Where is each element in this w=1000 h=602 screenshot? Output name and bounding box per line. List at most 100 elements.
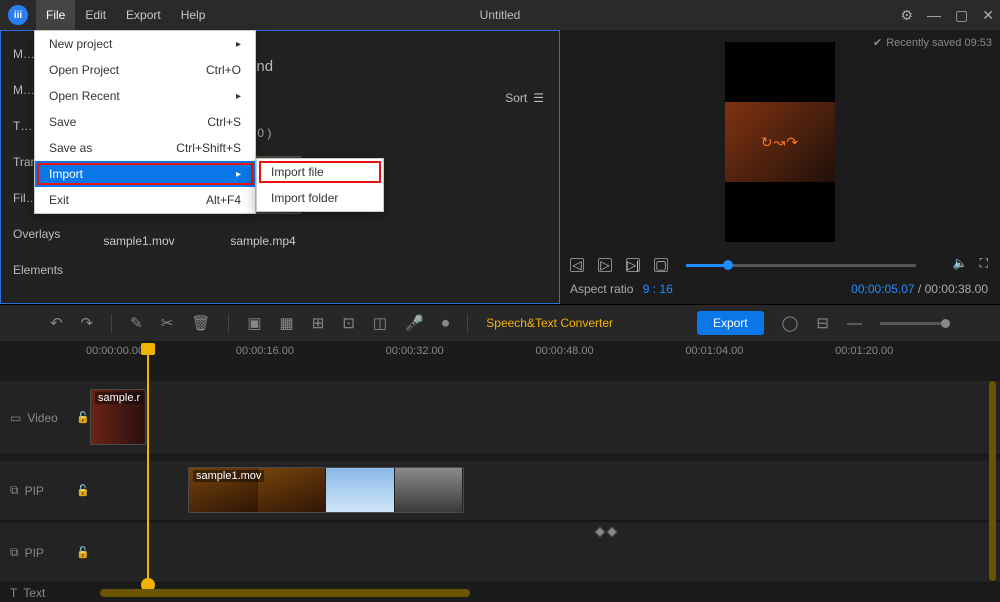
speech-text-converter[interactable]: Speech&Text Converter (486, 316, 613, 330)
text-track-label: Text (23, 586, 45, 600)
settings-icon[interactable]: ⚙ (900, 7, 913, 24)
menu-edit[interactable]: Edit (75, 0, 116, 30)
document-title: Untitled (480, 8, 521, 22)
undo-icon[interactable]: ↶ (50, 314, 63, 332)
snap-icon[interactable]: ⊡ (342, 314, 355, 332)
menu-open-recent-label: Open Recent (49, 89, 120, 103)
time-ruler[interactable]: 00:00:00.00 00:00:16.00 00:00:32.00 00:0… (86, 345, 985, 369)
next-icon[interactable]: ▷| (626, 258, 640, 272)
menu-save-as[interactable]: Save asCtrl+Shift+S (35, 135, 255, 161)
link-icon[interactable]: ⊟ (816, 314, 829, 332)
ruler-5: 00:01:20.00 (835, 345, 985, 369)
lock-icon[interactable]: 🔓 (76, 411, 90, 424)
mosaic-icon[interactable]: ▦ (280, 314, 294, 332)
clip-video[interactable]: sample.r (90, 389, 146, 445)
menu-open-recent[interactable]: Open Recent ▸ (35, 83, 255, 109)
mic-icon[interactable]: 🎤 (405, 314, 424, 332)
menu-save-as-label: Save as (49, 141, 92, 155)
lock-icon-2[interactable]: 🔓 (76, 484, 90, 497)
check-icon: ✔ (873, 36, 882, 49)
menu-new-project-label: New project (49, 37, 112, 51)
menu-export[interactable]: Export (116, 0, 171, 30)
chevron-right-icon: ▸ (236, 91, 241, 102)
playhead-line (147, 355, 149, 585)
ruler-2: 00:00:32.00 (386, 345, 536, 369)
menu-open-project-shortcut: Ctrl+O (206, 63, 241, 77)
pip-track-label: PIP (25, 484, 44, 498)
seek-slider[interactable] (686, 264, 916, 267)
pip-track-icon: ⧉ (10, 483, 19, 498)
record-icon[interactable]: ⏺ (442, 315, 450, 332)
ruler-3: 00:00:48.00 (535, 345, 685, 369)
pip2-track-label: PIP (25, 546, 44, 560)
menu-import-folder[interactable]: Import folder (257, 185, 383, 211)
crop-icon[interactable]: ▣ (247, 314, 261, 332)
sort-button[interactable]: Sort ☰ (505, 91, 544, 105)
delete-icon[interactable]: 🗑 (191, 314, 210, 332)
menu-import-file-label: Import file (271, 165, 324, 179)
track-pip[interactable]: ⧉ PIP 🔓 (0, 461, 1000, 521)
time-current: 00:00:05.07 (851, 282, 914, 296)
seek-handle[interactable] (723, 260, 733, 270)
zoom-slider[interactable] (880, 322, 950, 325)
menu-exit-label: Exit (49, 193, 69, 207)
redo-icon[interactable]: ↷ (81, 314, 94, 332)
menu-import[interactable]: Import▸ (35, 161, 255, 187)
ruler-0: 00:00:00.00 (86, 345, 236, 369)
clip-pip-label: sample1.mov (193, 470, 264, 482)
close-icon[interactable]: ✕ (982, 7, 994, 24)
time-total: 00:00:38.00 (925, 282, 988, 296)
list-icon: ☰ (533, 91, 544, 105)
import-submenu: Import file Import folder (256, 158, 384, 212)
minimize-icon[interactable]: — (927, 7, 941, 24)
zoom-out-icon[interactable]: — (847, 315, 862, 332)
sidebar-tab-elements[interactable]: Elements (1, 252, 71, 288)
menu-save-shortcut: Ctrl+S (207, 115, 241, 129)
prev-icon[interactable]: ◁ (570, 258, 584, 272)
stop-icon[interactable]: ▢ (654, 258, 668, 272)
saved-text: Recently saved 09:53 (886, 37, 992, 49)
menu-import-label: Import (49, 167, 83, 181)
preview-video[interactable]: ↻↝↷ (725, 42, 835, 242)
maximize-icon[interactable]: ▢ (955, 7, 968, 24)
menu-file[interactable]: File (36, 0, 75, 30)
menu-import-file[interactable]: Import file (257, 159, 383, 185)
video-track-icon: ▭ (10, 411, 21, 425)
clip-video-label: sample.r (95, 392, 143, 404)
edit-icon[interactable]: ✎ (130, 314, 143, 332)
ratio-icon[interactable]: ◫ (373, 314, 387, 332)
ruler-4: 00:01:04.00 (685, 345, 835, 369)
timeline-vscroll[interactable] (989, 381, 996, 581)
grid-icon[interactable]: ⊞ (312, 314, 325, 332)
text-track-icon: T (10, 586, 17, 600)
shield-icon[interactable]: ◯ (782, 314, 799, 332)
clip-pip[interactable]: sample1.mov (188, 467, 464, 513)
menu-open-project[interactable]: Open ProjectCtrl+O (35, 57, 255, 83)
lock-icon-3[interactable]: 🔓 (76, 546, 90, 559)
track-video[interactable]: ▭ Video 🔓 (0, 381, 1000, 455)
toolbar: ↶ ↷ ✎ ✂ 🗑 ▣ ▦ ⊞ ⊡ ◫ 🎤 ⏺ Speech&Text Conv… (0, 305, 1000, 341)
track-pip2[interactable]: ⧉PIP 🔓 (0, 523, 1000, 583)
timeline-hscroll[interactable] (100, 589, 470, 597)
aspect-label: Aspect ratio (570, 282, 633, 296)
fullscreen-icon[interactable]: ⛶ (980, 256, 988, 271)
video-track-label: Video (27, 411, 57, 425)
menu-exit-shortcut: Alt+F4 (206, 193, 241, 207)
menu-help[interactable]: Help (171, 0, 216, 30)
export-button[interactable]: Export (697, 311, 764, 335)
play-icon[interactable]: ▷ (598, 258, 612, 272)
playhead[interactable] (141, 343, 155, 355)
saved-indicator: ✔ Recently saved 09:53 (873, 36, 992, 49)
menu-exit[interactable]: Exit Alt+F4 (35, 187, 255, 213)
sidebar-tab-overlays[interactable]: Overlays (1, 216, 71, 252)
menu-save-label: Save (49, 115, 76, 129)
aspect-value[interactable]: 9 : 16 (643, 282, 673, 296)
sort-label: Sort (505, 91, 527, 105)
chevron-right-icon: ▸ (236, 39, 241, 50)
volume-icon[interactable]: 🔈 (953, 256, 968, 271)
time-sep: / (918, 282, 925, 296)
cut-icon[interactable]: ✂ (161, 314, 174, 332)
menu-save[interactable]: Save Ctrl+S (35, 109, 255, 135)
preview-panel: ✔ Recently saved 09:53 ↻↝↷ ◁ ▷ ▷| ▢ 🔈 ⛶ … (560, 30, 1000, 304)
menu-new-project[interactable]: New project ▸ (35, 31, 255, 57)
